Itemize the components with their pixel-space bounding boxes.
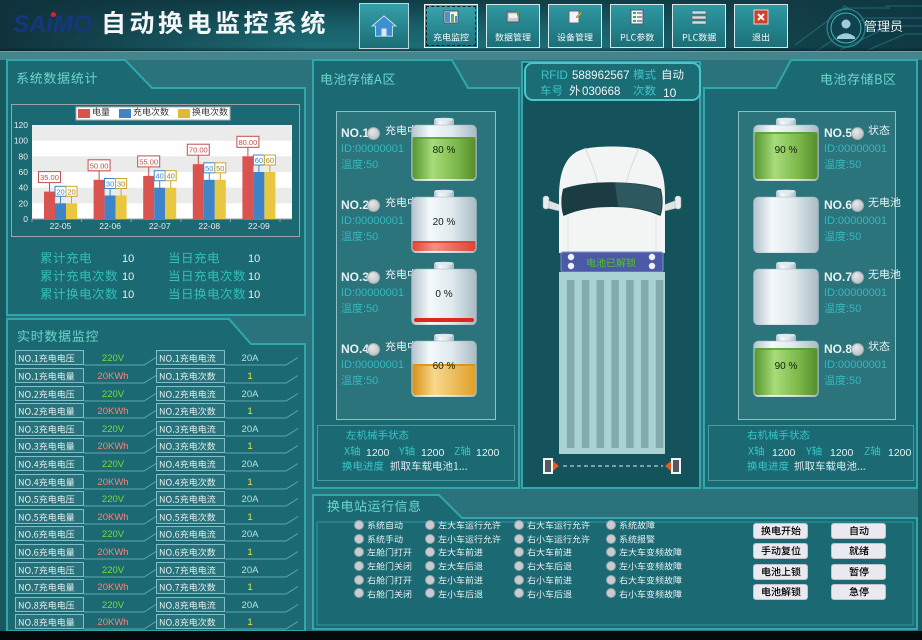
svg-text:40: 40 bbox=[19, 183, 29, 193]
svg-text:100: 100 bbox=[14, 136, 28, 146]
svg-text:120: 120 bbox=[14, 120, 28, 130]
svg-text:60: 60 bbox=[255, 156, 263, 165]
svg-text:20: 20 bbox=[19, 198, 29, 208]
svg-text:30: 30 bbox=[117, 180, 125, 189]
svg-text:20: 20 bbox=[56, 187, 64, 196]
svg-text:22-06: 22-06 bbox=[99, 221, 121, 231]
svg-text:80: 80 bbox=[19, 151, 29, 161]
svg-text:22-05: 22-05 bbox=[50, 221, 72, 231]
svg-text:22-07: 22-07 bbox=[149, 221, 171, 231]
svg-text:30: 30 bbox=[106, 180, 114, 189]
svg-text:20: 20 bbox=[67, 187, 75, 196]
svg-text:40: 40 bbox=[167, 172, 175, 181]
svg-text:22-09: 22-09 bbox=[248, 221, 270, 231]
svg-text:60: 60 bbox=[266, 156, 274, 165]
svg-text:80.00: 80.00 bbox=[239, 138, 258, 147]
svg-text:55.00: 55.00 bbox=[139, 157, 158, 166]
svg-text:70.00: 70.00 bbox=[189, 146, 208, 155]
svg-text:50.00: 50.00 bbox=[90, 161, 109, 170]
svg-text:0: 0 bbox=[23, 214, 28, 224]
svg-text:22-08: 22-08 bbox=[198, 221, 220, 231]
svg-text:35.00: 35.00 bbox=[40, 173, 59, 182]
svg-text:50: 50 bbox=[205, 164, 213, 173]
svg-text:40: 40 bbox=[156, 172, 164, 181]
svg-text:50: 50 bbox=[216, 164, 224, 173]
svg-text:60: 60 bbox=[19, 167, 29, 177]
